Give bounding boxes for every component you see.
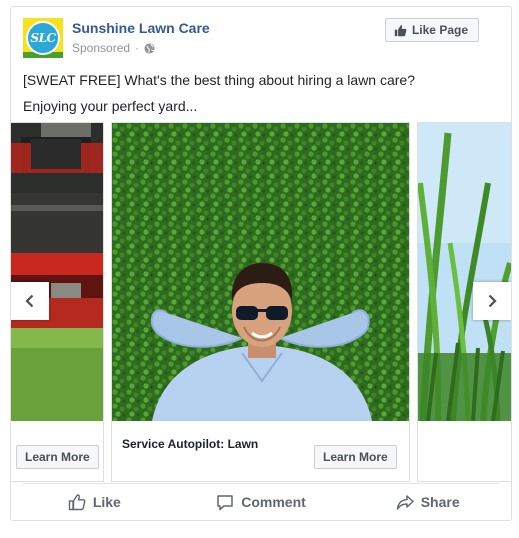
sponsored-label[interactable]: Sponsored [72,41,130,55]
logo-circle: SLC [26,21,60,55]
page-logo[interactable]: SLC [23,18,63,58]
like-page-label: Like Page [411,23,468,37]
like-page-button[interactable]: Like Page [384,18,479,42]
thumbs-up-icon [68,494,86,511]
lawn-mower-illustration [11,123,103,421]
separator-dot: · [135,41,140,55]
post-body-line-1: [SWEAT FREE] What's the best thing about… [23,72,416,88]
post-body: [SWEAT FREE] What's the best thing about… [23,67,503,119]
globe-icon [144,42,155,54]
learn-more-button[interactable]: Learn More [314,445,397,469]
comment-icon [217,495,233,511]
chevron-right-icon [488,294,497,308]
carousel-next-button[interactable] [473,282,511,320]
learn-more-button[interactable]: Learn More [16,445,99,469]
actions-divider [23,483,499,484]
man-lying-on-grass-photo[interactable] [112,123,409,421]
like-action-button[interactable]: Like [11,485,178,519]
chevron-left-icon [25,294,34,308]
like-action-label: Like [92,494,121,510]
lawn-mower-photo[interactable] [11,123,103,421]
learn-more-label: Learn More [25,450,90,464]
share-action-button[interactable]: Share [344,485,511,519]
sponsored-row: Sponsored · [72,41,155,55]
ad-carousel[interactable]: Learn More Service Autopilot: Lawn Learn… [11,122,511,482]
post-actions-bar: Like Comment Share [11,485,511,519]
comment-action-button[interactable]: Comment [178,485,345,519]
logo-text: SLC [30,31,56,45]
post-body-line-2: Enjoying your perfect yard... [23,98,198,114]
learn-more-label: Learn More [323,450,388,464]
thumbs-up-icon [394,24,407,36]
slide-caption: Service Autopilot: Lawn [122,437,259,451]
carousel-slide-2[interactable]: Service Autopilot: Lawn Learn More [111,122,410,482]
share-icon [396,495,414,510]
comment-action-label: Comment [241,494,306,510]
page-name-link[interactable]: Sunshine Lawn Care [72,20,210,36]
grass-blades-photo[interactable] [418,123,511,421]
share-action-label: Share [420,494,460,510]
carousel-prev-button[interactable] [11,282,49,320]
sponsored-post-card: SLC Sunshine Lawn Care Sponsored · Like … [10,6,512,521]
grass-blades-illustration [418,123,511,421]
man-on-grass-illustration [112,123,409,421]
